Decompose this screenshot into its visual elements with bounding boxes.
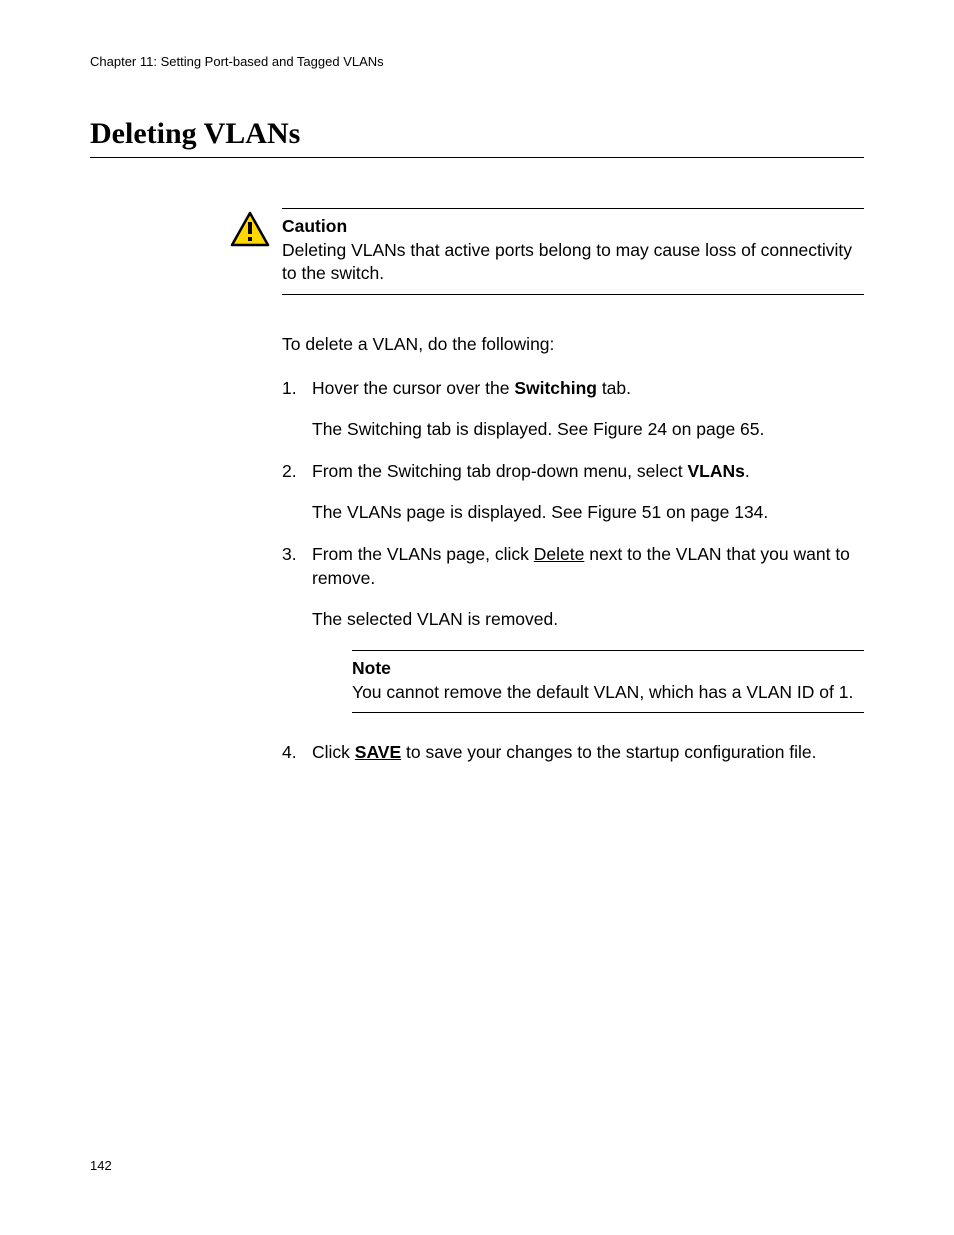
content-area: Caution Deleting VLANs that active ports… bbox=[282, 208, 864, 765]
step-result: The Switching tab is displayed. See Figu… bbox=[312, 418, 864, 442]
step-1: 1. Hover the cursor over the Switching t… bbox=[282, 377, 864, 442]
intro-text: To delete a VLAN, do the following: bbox=[282, 333, 864, 357]
note-block: Note You cannot remove the default VLAN,… bbox=[352, 650, 864, 713]
step-result: The selected VLAN is removed. bbox=[312, 608, 864, 632]
step-text-post: tab. bbox=[597, 378, 631, 398]
save-button-ref: SAVE bbox=[355, 742, 401, 762]
step-2: 2. From the Switching tab drop-down menu… bbox=[282, 460, 864, 525]
step-text-post: . bbox=[745, 461, 750, 481]
step-number: 3. bbox=[282, 543, 297, 567]
caution-text: Deleting VLANs that active ports belong … bbox=[282, 240, 852, 284]
caution-block: Caution Deleting VLANs that active ports… bbox=[282, 208, 864, 295]
step-text: From the Switching tab drop-down menu, s… bbox=[312, 461, 687, 481]
step-text: Click bbox=[312, 742, 355, 762]
vlans-menu-ref: VLANs bbox=[687, 461, 744, 481]
step-4: 4. Click SAVE to save your changes to th… bbox=[282, 741, 864, 765]
page-number: 142 bbox=[90, 1158, 112, 1173]
step-number: 4. bbox=[282, 741, 297, 765]
step-result: The VLANs page is displayed. See Figure … bbox=[312, 501, 864, 525]
chapter-header: Chapter 11: Setting Port-based and Tagge… bbox=[90, 54, 864, 69]
step-text: From the VLANs page, click bbox=[312, 544, 534, 564]
step-text: Hover the cursor over the bbox=[312, 378, 514, 398]
step-number: 1. bbox=[282, 377, 297, 401]
note-text: You cannot remove the default VLAN, whic… bbox=[352, 682, 853, 702]
caution-label: Caution bbox=[282, 216, 347, 236]
caution-icon bbox=[230, 211, 270, 254]
step-3: 3. From the VLANs page, click Delete nex… bbox=[282, 543, 864, 713]
delete-link-ref: Delete bbox=[534, 544, 585, 564]
note-label: Note bbox=[352, 658, 391, 678]
steps-list: 1. Hover the cursor over the Switching t… bbox=[282, 377, 864, 765]
step-number: 2. bbox=[282, 460, 297, 484]
switching-tab-ref: Switching bbox=[514, 378, 597, 398]
section-title: Deleting VLANs bbox=[90, 117, 864, 158]
step-text-post: to save your changes to the startup conf… bbox=[401, 742, 816, 762]
